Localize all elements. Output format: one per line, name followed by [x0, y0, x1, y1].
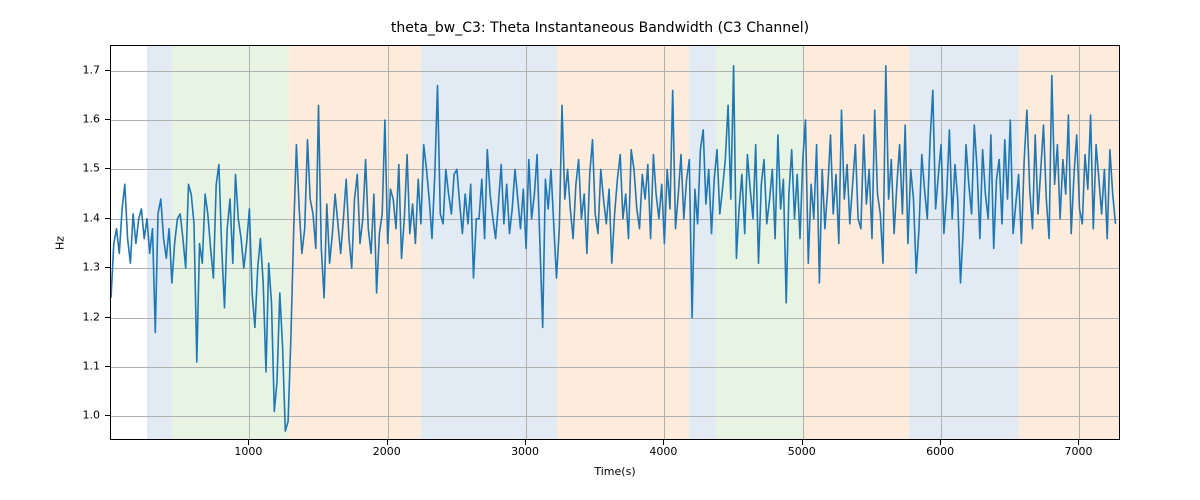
tick-mark	[105, 218, 110, 219]
x-tick-label: 1000	[234, 445, 262, 458]
plot-area	[110, 45, 1120, 440]
x-tick-label: 7000	[1064, 445, 1092, 458]
x-tick-label: 6000	[926, 445, 954, 458]
x-tick-label: 4000	[649, 445, 677, 458]
tick-mark	[105, 168, 110, 169]
x-axis-label: Time(s)	[110, 465, 1120, 478]
line-series	[111, 46, 1120, 440]
figure: theta_bw_C3: Theta Instantaneous Bandwid…	[0, 0, 1200, 500]
tick-mark	[105, 267, 110, 268]
x-tick-label: 2000	[373, 445, 401, 458]
x-tick-label: 5000	[788, 445, 816, 458]
tick-mark	[105, 119, 110, 120]
axes: 1000200030004000500060007000 1.01.11.21.…	[110, 45, 1120, 440]
x-tick-label: 3000	[511, 445, 539, 458]
tick-mark	[105, 317, 110, 318]
y-axis-label: Hz	[50, 45, 70, 440]
chart-title: theta_bw_C3: Theta Instantaneous Bandwid…	[0, 20, 1200, 36]
tick-mark	[105, 366, 110, 367]
tick-mark	[105, 70, 110, 71]
series-line	[111, 66, 1116, 431]
tick-mark	[105, 415, 110, 416]
